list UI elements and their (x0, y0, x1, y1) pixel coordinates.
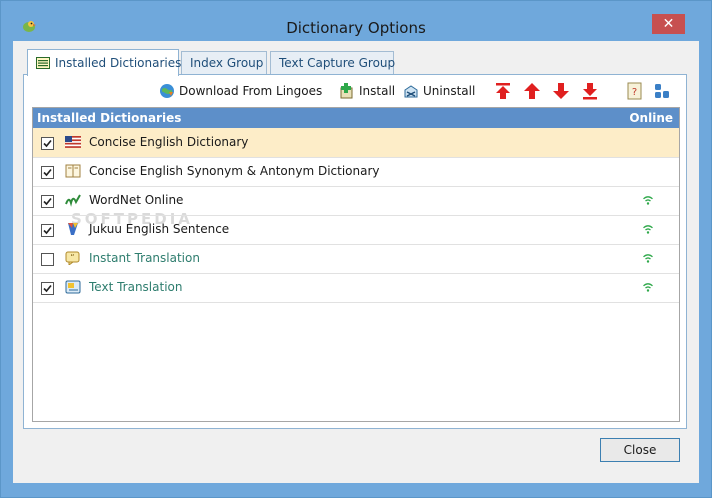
row-checkbox[interactable] (41, 166, 54, 179)
list-item-concise-english-dictionary[interactable]: Concise English Dictionary (33, 128, 679, 158)
list-item-instant-translation[interactable]: “ Instant Translation (33, 244, 679, 274)
row-checkbox[interactable] (41, 253, 54, 266)
row-label: WordNet Online (89, 193, 184, 207)
move-to-bottom-icon[interactable] (581, 82, 599, 100)
tab-label: Index Group (190, 56, 264, 70)
help-icon[interactable]: ? (626, 82, 644, 100)
row-label: Concise English Dictionary (89, 135, 249, 149)
list-header: Installed Dictionaries Online (33, 108, 679, 128)
check-icon (43, 197, 52, 206)
column-header-installed-dictionaries[interactable]: Installed Dictionaries (37, 108, 181, 128)
list-item-jukuu-english-sentence[interactable]: Jukuu English Sentence (33, 215, 679, 245)
row-label: Text Translation (89, 280, 183, 294)
online-signal-icon (643, 283, 653, 292)
row-checkbox[interactable] (41, 282, 54, 295)
list-icon (36, 56, 50, 69)
installed-dictionaries-panel: Download From Lingoes Install Uninstall (23, 74, 687, 429)
check-icon (43, 168, 52, 177)
uninstall-icon (404, 84, 418, 97)
tab-label: Installed Dictionaries (55, 56, 182, 70)
svg-text:?: ? (632, 87, 637, 98)
row-label: Jukuu English Sentence (89, 222, 230, 236)
check-icon (43, 226, 52, 235)
uninstall-button[interactable]: Uninstall (403, 82, 475, 100)
move-to-top-icon[interactable] (494, 82, 512, 100)
tab-installed-dictionaries[interactable]: Installed Dictionaries (27, 49, 182, 76)
online-signal-icon (643, 254, 653, 263)
install-label: Install (359, 84, 396, 98)
svg-text:“: “ (70, 253, 74, 262)
install-icon (340, 82, 353, 98)
tab-label: Text Capture Group (279, 56, 396, 70)
install-button[interactable]: Install (339, 82, 395, 100)
dictionary-options-window: Dictionary Options ✕ Installed Dictionar… (0, 0, 712, 498)
instant-translation-icon: “ (65, 251, 80, 265)
text-translation-icon (65, 280, 81, 294)
move-up-icon[interactable] (523, 82, 541, 100)
row-checkbox[interactable] (41, 224, 54, 237)
row-label: Concise English Synonym & Antonym Dictio… (89, 164, 380, 178)
row-checkbox[interactable] (41, 195, 54, 208)
list-item-wordnet-online[interactable]: WordNet Online (33, 186, 679, 216)
close-button[interactable]: Close (600, 438, 680, 462)
check-icon (43, 284, 52, 293)
uninstall-label: Uninstall (423, 84, 476, 98)
book-icon (65, 164, 81, 178)
wordnet-icon (65, 194, 81, 207)
move-down-icon[interactable] (552, 82, 570, 100)
jukuu-icon (68, 223, 78, 235)
globe-download-icon (160, 83, 174, 98)
view-options-icon[interactable] (653, 82, 671, 100)
window-close-button[interactable]: ✕ (652, 14, 685, 34)
dictionary-list: Installed Dictionaries Online SOFTPEDIA (32, 107, 680, 422)
tab-text-capture-group[interactable]: Text Capture Group (270, 51, 396, 74)
check-icon (43, 139, 52, 148)
online-signal-icon (643, 196, 653, 205)
window-title: Dictionary Options (286, 19, 426, 37)
online-signal-icon (643, 225, 653, 234)
dialog-client-area: Installed Dictionaries Index Group Text … (13, 41, 699, 483)
tab-index-group[interactable]: Index Group (181, 51, 267, 74)
row-label: Instant Translation (89, 251, 200, 265)
list-item-text-translation[interactable]: Text Translation (33, 273, 679, 303)
download-from-lingoes-button[interactable]: Download From Lingoes (159, 82, 322, 100)
us-flag-icon (65, 136, 81, 148)
list-item-concise-english-synonym-antonym[interactable]: Concise English Synonym & Antonym Dictio… (33, 157, 679, 187)
title-bar[interactable]: Dictionary Options ✕ (1, 1, 711, 39)
download-label: Download From Lingoes (179, 84, 323, 98)
row-checkbox[interactable] (41, 137, 54, 150)
toolbar: Download From Lingoes Install Uninstall (24, 75, 688, 105)
column-header-online[interactable]: Online (629, 108, 673, 128)
